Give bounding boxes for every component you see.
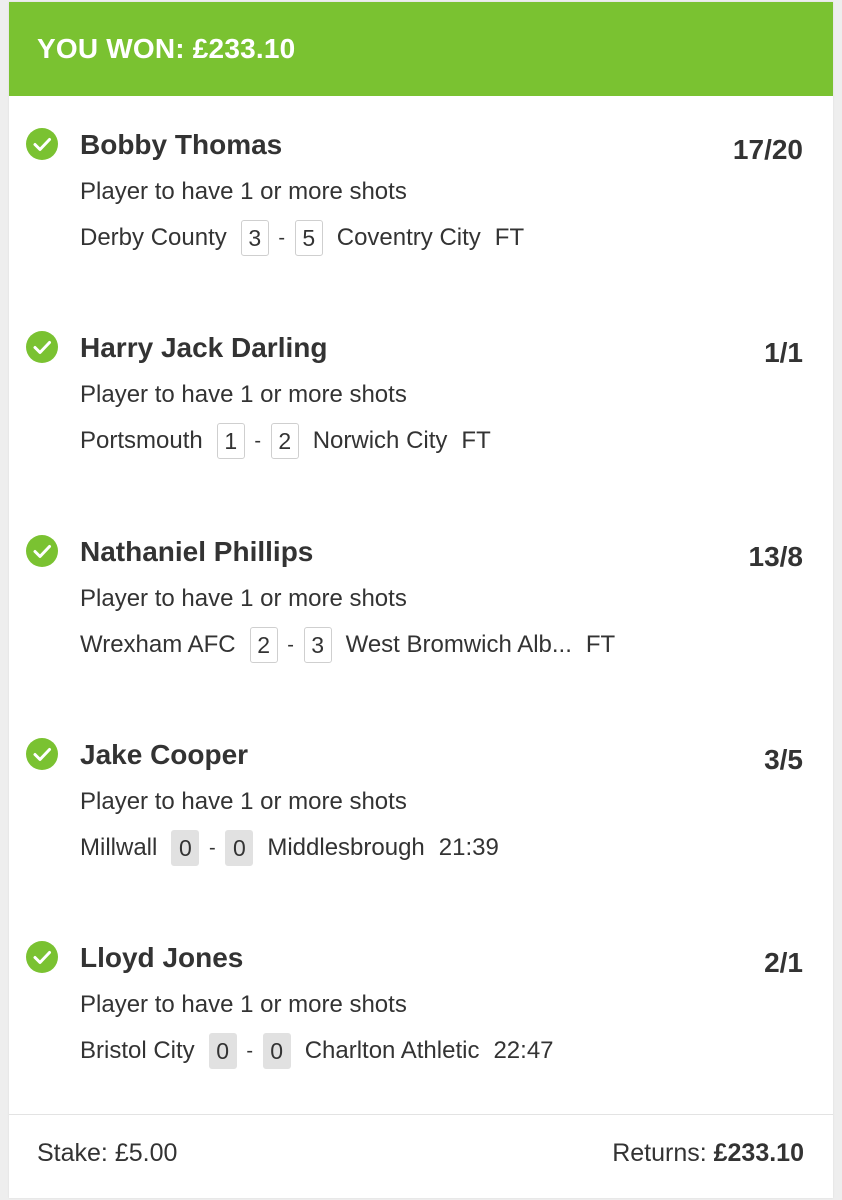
away-team: Norwich City [312, 427, 448, 454]
home-score: 3 [240, 220, 269, 256]
score-separator: - [254, 429, 262, 452]
home-team: Derby County [80, 224, 227, 251]
selection-odds: 13/8 [748, 541, 804, 572]
player-name: Nathaniel Phillips [80, 536, 314, 567]
away-score: 0 [225, 830, 254, 866]
match-line: Wrexham AFC 2 - 3 West Bromwich Alb... F… [80, 627, 615, 663]
check-circle-icon [26, 331, 58, 363]
away-team: Charlton Athletic [304, 1037, 480, 1064]
home-score: 0 [171, 830, 200, 866]
selection-item: Harry Jack Darling 1/1 Player to have 1 … [9, 299, 833, 459]
win-banner: YOU WON: £233.10 [9, 2, 833, 96]
match-status: 22:47 [493, 1037, 554, 1064]
match-status: FT [494, 224, 525, 251]
away-score: 3 [303, 627, 332, 663]
score-separator: - [278, 226, 286, 249]
selection-odds: 1/1 [764, 337, 803, 368]
market-name: Player to have 1 or more shots [80, 381, 407, 408]
match-line: Derby County 3 - 5 Coventry City FT [80, 220, 524, 256]
market-name: Player to have 1 or more shots [80, 991, 407, 1018]
match-line: Bristol City 0 - 0 Charlton Athletic 22:… [80, 1033, 554, 1069]
market-name: Player to have 1 or more shots [80, 585, 407, 612]
away-team: Coventry City [336, 224, 481, 251]
score-separator: - [246, 1039, 254, 1062]
check-circle-icon [26, 738, 58, 770]
player-name: Jake Cooper [80, 739, 249, 770]
selection-odds: 3/5 [764, 744, 803, 775]
away-team: West Bromwich Alb... [345, 631, 572, 658]
check-circle-icon [26, 128, 58, 160]
home-team: Portsmouth [80, 427, 203, 454]
bet-summary-footer: Stake: £5.00 Returns: £233.10 [9, 1114, 833, 1199]
home-score: 0 [208, 1033, 237, 1069]
player-name: Bobby Thomas [80, 129, 283, 160]
win-banner-text: YOU WON: £233.10 [37, 33, 296, 64]
selection-item: Bobby Thomas 17/20 Player to have 1 or m… [9, 96, 833, 256]
market-name: Player to have 1 or more shots [80, 788, 407, 815]
selection-odds: 2/1 [764, 947, 803, 978]
match-status: 21:39 [438, 834, 499, 861]
bet-receipt-card: YOU WON: £233.10 Bobby Thomas 17/20 Play… [9, 2, 833, 1198]
market-name: Player to have 1 or more shots [80, 178, 407, 205]
selection-item: Lloyd Jones 2/1 Player to have 1 or more… [9, 909, 833, 1069]
returns-amount: Returns: £233.10 [612, 1139, 804, 1168]
check-circle-icon [26, 535, 58, 567]
check-circle-icon [26, 941, 58, 973]
match-status: FT [461, 427, 491, 454]
home-team: Bristol City [80, 1037, 195, 1064]
away-team: Middlesbrough [267, 834, 425, 861]
player-name: Lloyd Jones [80, 942, 244, 973]
selection-odds: 17/20 [732, 134, 803, 165]
stake-amount: Stake: £5.00 [37, 1139, 178, 1167]
home-score: 1 [216, 423, 245, 459]
returns-label: Returns: [612, 1139, 707, 1167]
score-separator: - [287, 633, 294, 656]
home-score: 2 [249, 627, 278, 663]
score-separator: - [209, 836, 216, 859]
selection-item: Jake Cooper 3/5 Player to have 1 or more… [9, 706, 833, 866]
home-team: Millwall [80, 834, 158, 861]
away-score: 2 [270, 423, 299, 459]
away-score: 5 [294, 220, 323, 256]
returns-value: £233.10 [713, 1139, 804, 1167]
match-line: Millwall 0 - 0 Middlesbrough 21:39 [80, 830, 499, 866]
match-line: Portsmouth 1 - 2 Norwich City FT [80, 423, 491, 459]
away-score: 0 [262, 1033, 291, 1069]
home-team: Wrexham AFC [80, 631, 236, 658]
match-status: FT [585, 631, 616, 658]
selection-item: Nathaniel Phillips 13/8 Player to have 1… [9, 503, 833, 663]
player-name: Harry Jack Darling [80, 332, 328, 363]
